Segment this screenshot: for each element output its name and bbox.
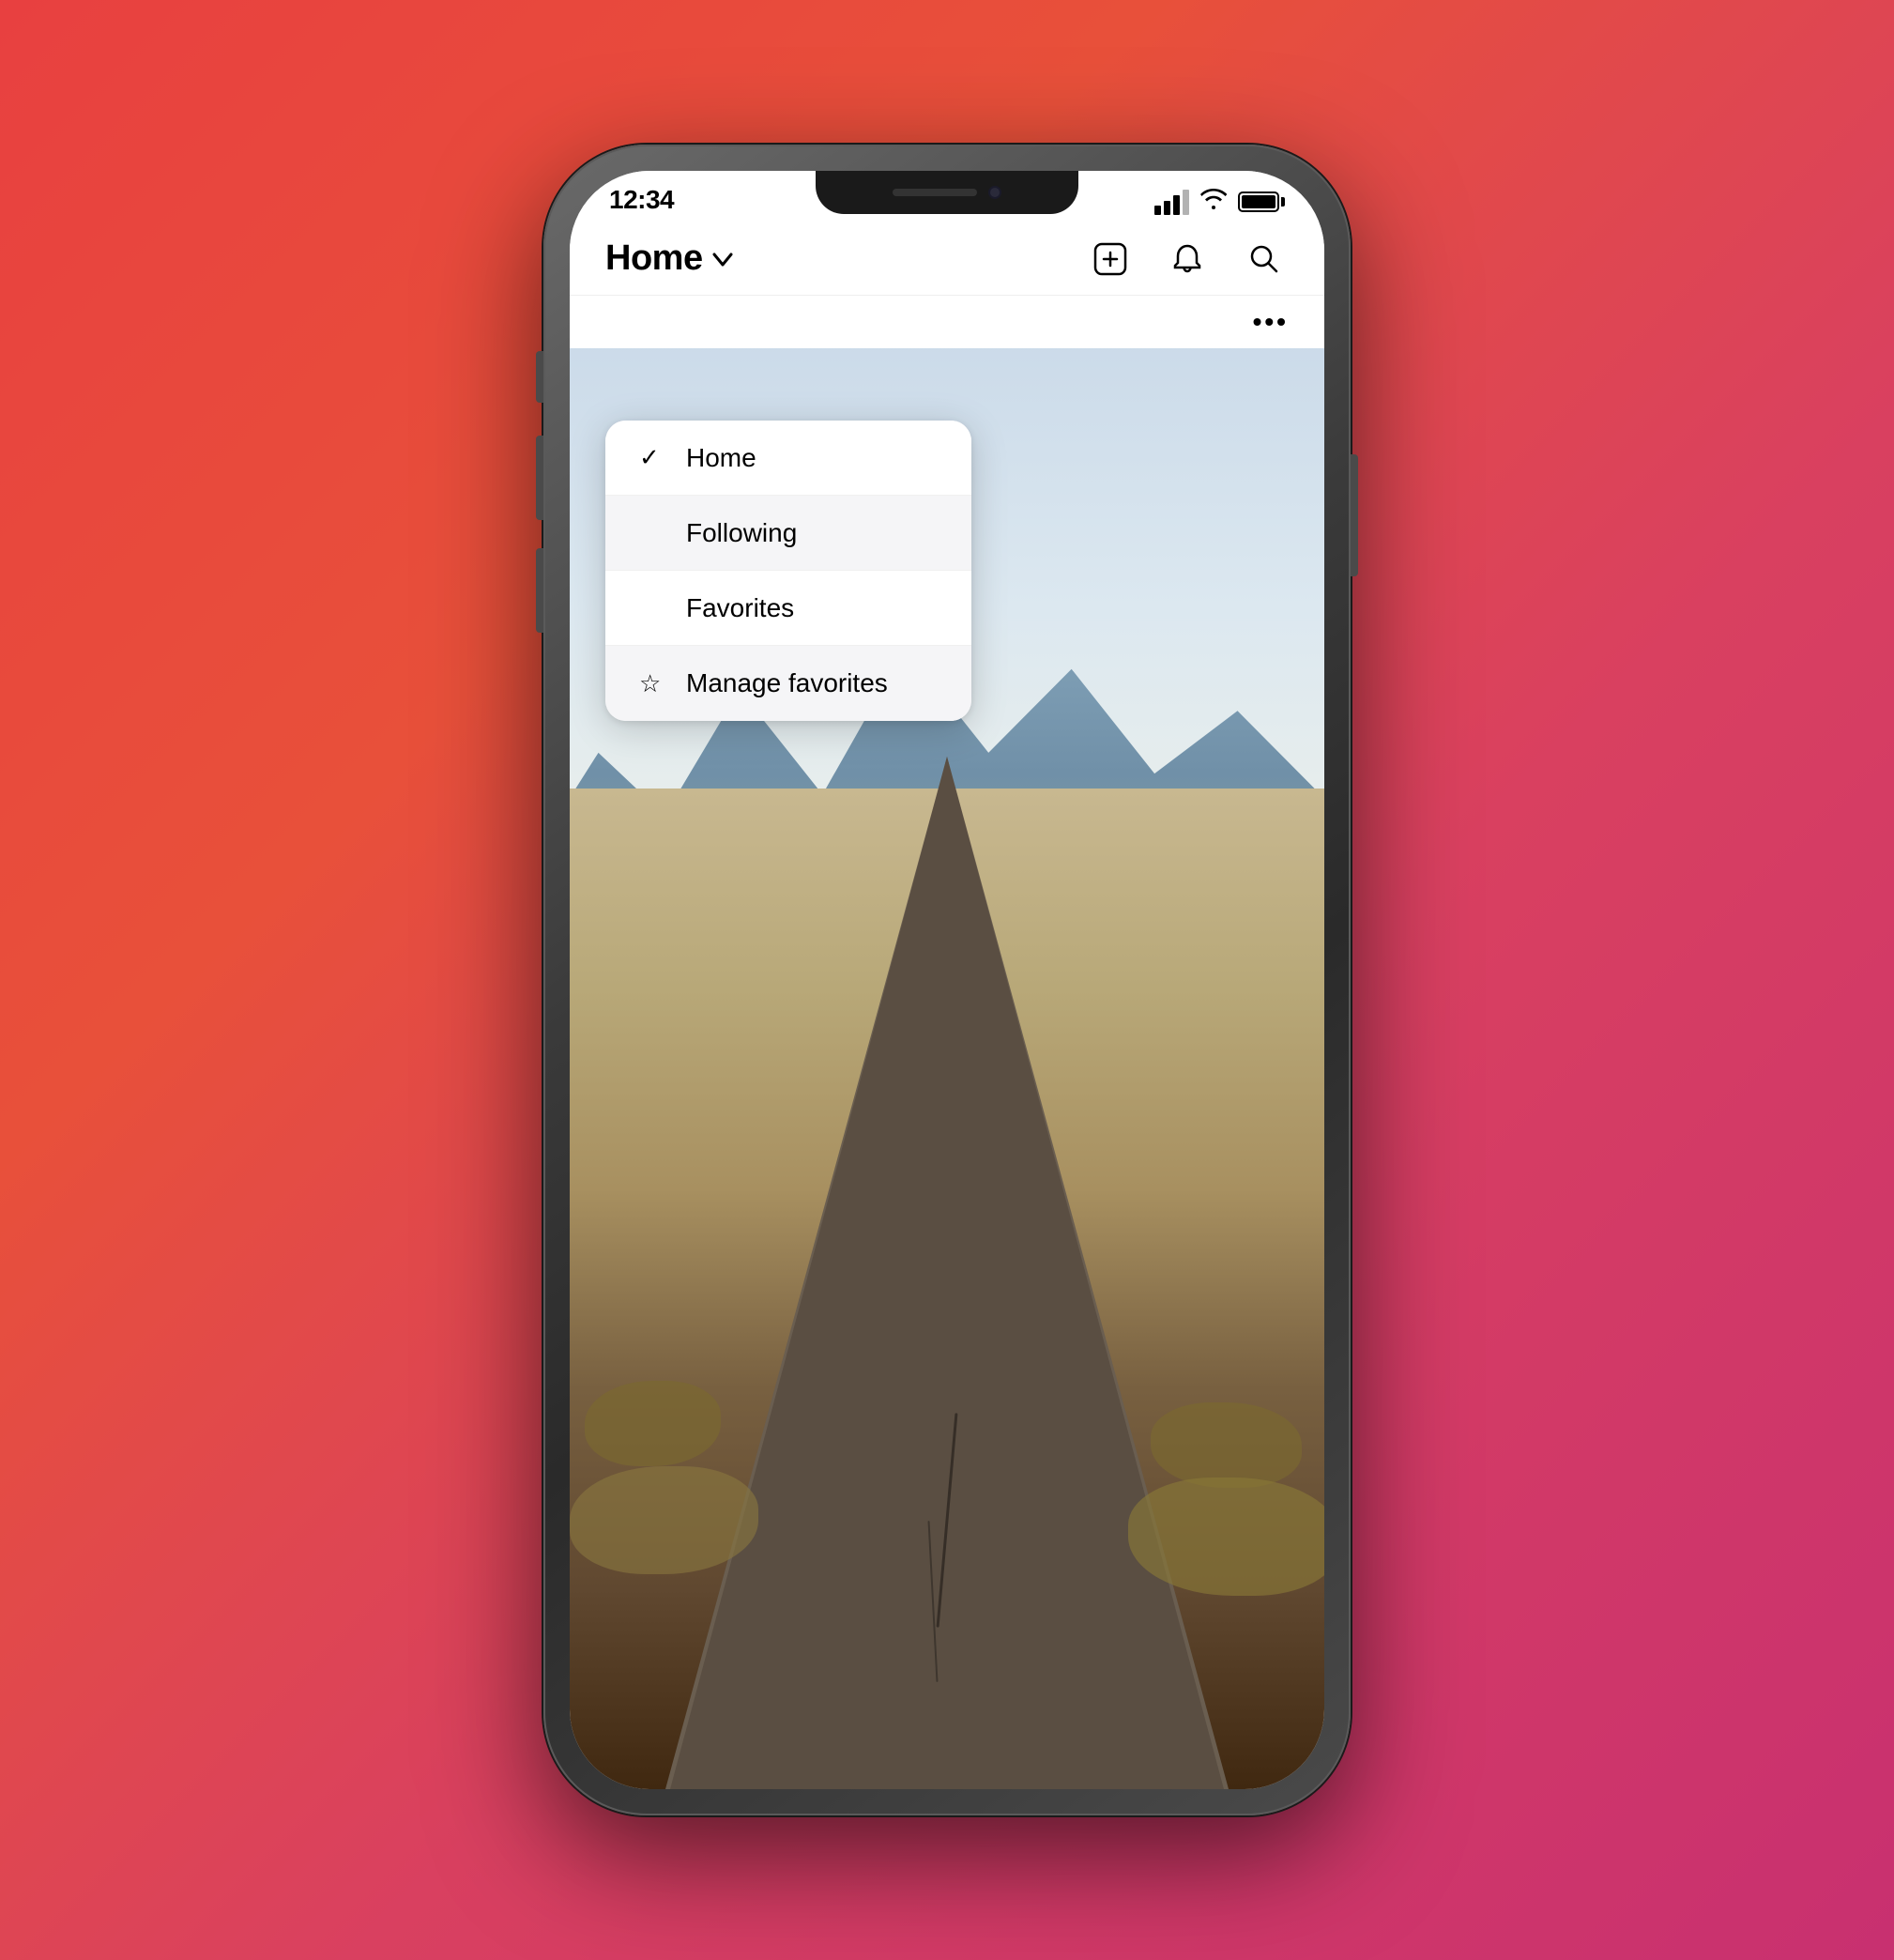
signal-bar-4 <box>1183 190 1189 215</box>
scrub-right-1 <box>1151 1402 1302 1489</box>
dropdown-item-manage-label: Manage favorites <box>686 668 888 698</box>
chevron-down-icon <box>712 249 733 273</box>
more-options-button[interactable]: ••• <box>1253 307 1289 337</box>
signal-bar-2 <box>1164 201 1170 215</box>
nav-title[interactable]: Home <box>605 238 733 279</box>
search-button[interactable] <box>1240 235 1289 283</box>
signal-bars <box>1154 190 1189 215</box>
nav-icons <box>1086 235 1289 283</box>
content-area: ••• ✓ Home Following Favorites ☆ <box>570 296 1324 1789</box>
dropdown-item-following[interactable]: Following <box>605 496 971 571</box>
scrub-right-2 <box>1128 1478 1324 1596</box>
signal-bar-3 <box>1173 195 1180 215</box>
add-post-button[interactable] <box>1086 235 1135 283</box>
speaker-grille <box>893 189 977 196</box>
nav-title-text: Home <box>605 238 703 279</box>
volume-up-button <box>536 436 543 520</box>
wifi-icon <box>1200 189 1227 215</box>
dropdown-item-favorites-label: Favorites <box>686 593 794 623</box>
checkmark-icon: ✓ <box>639 443 667 472</box>
dropdown-item-home[interactable]: ✓ Home <box>605 421 971 496</box>
scrub-left-2 <box>570 1466 758 1574</box>
front-camera <box>988 186 1001 199</box>
signal-bar-1 <box>1154 206 1161 215</box>
notifications-button[interactable] <box>1163 235 1212 283</box>
scrub-left-1 <box>585 1381 721 1467</box>
dropdown-item-home-label: Home <box>686 443 756 473</box>
notch <box>816 171 1078 214</box>
nav-bar: Home <box>570 222 1324 296</box>
volume-down-button <box>536 548 543 633</box>
dropdown-item-manage[interactable]: ☆ Manage favorites <box>605 646 971 721</box>
mute-button <box>536 351 543 403</box>
status-icons <box>1154 189 1285 215</box>
phone-screen: 12:34 <box>570 171 1324 1789</box>
dropdown-item-favorites[interactable]: Favorites <box>605 571 971 646</box>
road-area <box>570 713 1324 1789</box>
dropdown-menu: ✓ Home Following Favorites ☆ Manage favo… <box>605 421 971 721</box>
phone-wrapper: 12:34 <box>543 145 1351 1815</box>
three-dots-row: ••• <box>570 296 1324 348</box>
power-button <box>1351 454 1358 576</box>
dropdown-item-following-label: Following <box>686 518 797 548</box>
star-icon: ☆ <box>639 669 667 698</box>
road-inner-surface <box>670 757 1224 1789</box>
battery-icon <box>1238 191 1285 212</box>
status-time: 12:34 <box>609 185 674 215</box>
